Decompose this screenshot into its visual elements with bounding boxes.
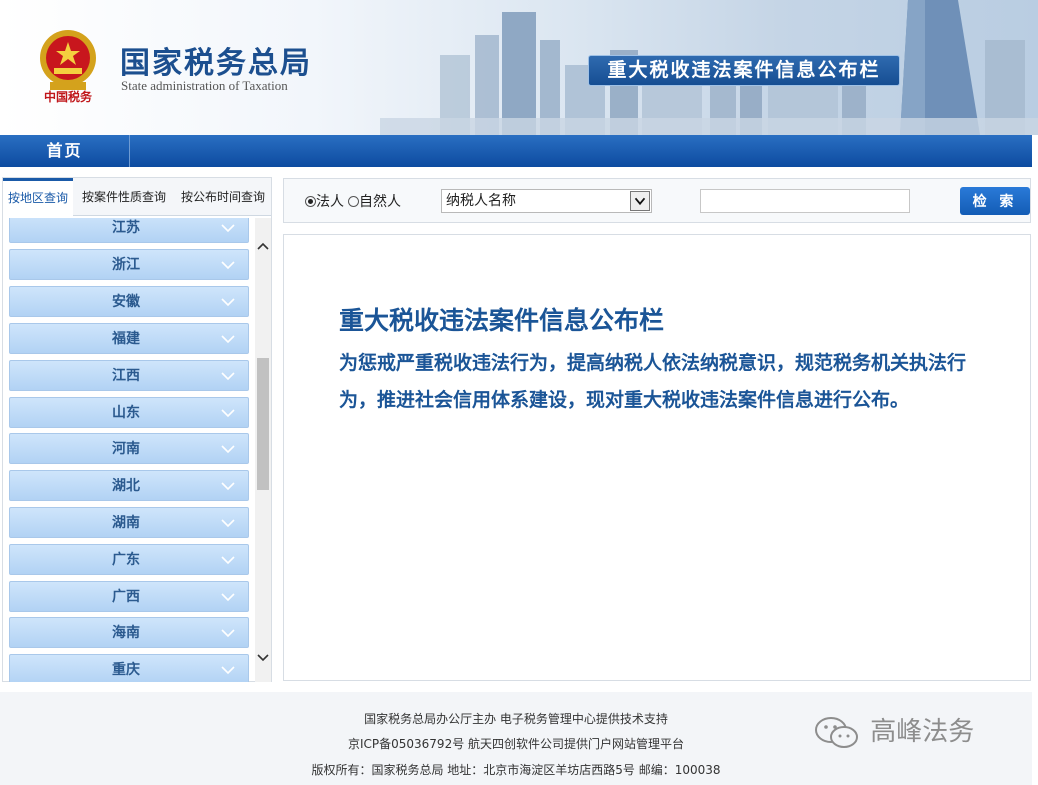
wechat-icon <box>815 716 858 748</box>
chevron-down-icon <box>221 629 235 638</box>
footer-line: 版权所有：国家税务总局 地址：北京市海淀区羊坊店西路5号 邮编：100038 <box>311 763 721 777</box>
org-name-en: State administration of Taxation <box>121 78 288 93</box>
watermark-text: 高峰法务 <box>870 717 975 747</box>
main-navbar: 首页 <box>0 135 1032 167</box>
scrollbar-thumb[interactable] <box>257 358 269 490</box>
province-item[interactable]: 江西 <box>9 360 249 391</box>
scroll-up-icon[interactable] <box>255 238 271 254</box>
radio-legal-person[interactable] <box>305 196 316 207</box>
province-item[interactable]: 重庆 <box>9 654 249 682</box>
province-item[interactable]: 广东 <box>9 544 249 575</box>
province-label: 湖南 <box>112 515 140 531</box>
org-name-cn: 国家税务总局 <box>120 46 312 81</box>
chevron-down-icon <box>221 519 235 528</box>
nav-home-link[interactable]: 首页 <box>0 135 130 167</box>
chevron-down-icon <box>221 409 235 418</box>
chevron-down-icon <box>221 335 235 344</box>
province-item[interactable]: 江苏 <box>9 218 249 243</box>
province-label: 广东 <box>112 552 140 568</box>
province-label: 广西 <box>112 589 140 605</box>
province-item[interactable]: 山东 <box>9 397 249 428</box>
taxpayer-type-radio-group: 法人 自然人 <box>305 191 405 211</box>
province-label: 重庆 <box>112 662 140 678</box>
chevron-down-icon <box>630 191 650 211</box>
province-item[interactable]: 河南 <box>9 433 249 464</box>
search-field-selected-value: 纳税人名称 <box>446 193 516 209</box>
province-label: 安徽 <box>112 294 140 310</box>
chevron-down-icon <box>221 224 235 233</box>
site-header: 中国税务 国家税务总局 State administration of Taxa… <box>0 0 1038 135</box>
province-label: 山东 <box>112 405 140 421</box>
province-label: 江苏 <box>112 220 140 236</box>
content-intro: 为惩戒严重税收违法行为，提高纳税人依法纳税意识，规范税务机关执法行为，推进社会信… <box>339 352 967 411</box>
province-item[interactable]: 福建 <box>9 323 249 354</box>
main-content: 重大税收违法案件信息公布栏 为惩戒严重税收违法行为，提高纳税人依法纳税意识，规范… <box>283 234 1031 681</box>
province-item[interactable]: 湖南 <box>9 507 249 538</box>
site-footer: 国家税务总局办公厅主办 电子税务管理中心提供技术支持 京ICP备05036792… <box>0 692 1032 785</box>
province-label: 湖北 <box>112 478 140 494</box>
content-title: 重大税收违法案件信息公布栏 <box>339 306 665 335</box>
province-label: 海南 <box>112 625 140 641</box>
chevron-down-icon <box>221 445 235 454</box>
tab-by-case-type[interactable]: 按案件性质查询 <box>75 178 173 216</box>
province-list: 江苏 浙江 安徽 福建 江西 山东 河南 湖北 湖南 广东 广西 海南 重庆 <box>3 218 253 682</box>
search-input[interactable] <box>700 189 910 213</box>
chevron-down-icon <box>221 593 235 602</box>
tab-by-region[interactable]: 按地区查询 <box>3 178 73 216</box>
province-label: 江西 <box>112 368 140 384</box>
chevron-down-icon <box>221 261 235 270</box>
motto-text: 中国税务 <box>44 90 93 104</box>
province-label: 福建 <box>112 331 140 347</box>
province-scrollbar[interactable] <box>255 218 271 682</box>
radio-natural-person-label: 自然人 <box>359 194 401 210</box>
province-label: 浙江 <box>112 257 140 273</box>
watermark: 高峰法务 <box>812 712 974 752</box>
radio-legal-person-label: 法人 <box>316 194 344 210</box>
search-field-select[interactable]: 纳税人名称 <box>441 189 652 213</box>
region-query-panel: 按地区查询 按案件性质查询 按公布时间查询 江苏 浙江 安徽 福建 江西 山东 <box>2 177 272 682</box>
province-label: 河南 <box>112 441 140 457</box>
province-item[interactable]: 安徽 <box>9 286 249 317</box>
board-title-banner: 重大税收违法案件信息公布栏 <box>588 55 900 86</box>
chevron-down-icon <box>221 556 235 565</box>
province-item[interactable]: 浙江 <box>9 249 249 280</box>
chevron-down-icon <box>221 666 235 675</box>
query-tabs: 按地区查询 按案件性质查询 按公布时间查询 <box>3 178 271 216</box>
tab-by-publish-time[interactable]: 按公布时间查询 <box>175 178 271 216</box>
radio-natural-person[interactable] <box>348 196 359 207</box>
province-item[interactable]: 广西 <box>9 581 249 612</box>
scroll-down-icon[interactable] <box>255 650 271 666</box>
search-bar: 法人 自然人 纳税人名称 检 索 <box>283 178 1031 223</box>
search-button[interactable]: 检 索 <box>960 187 1030 215</box>
province-item[interactable]: 海南 <box>9 617 249 648</box>
chevron-down-icon <box>221 298 235 307</box>
chevron-down-icon <box>221 482 235 491</box>
chevron-down-icon <box>221 372 235 381</box>
province-item[interactable]: 湖北 <box>9 470 249 501</box>
